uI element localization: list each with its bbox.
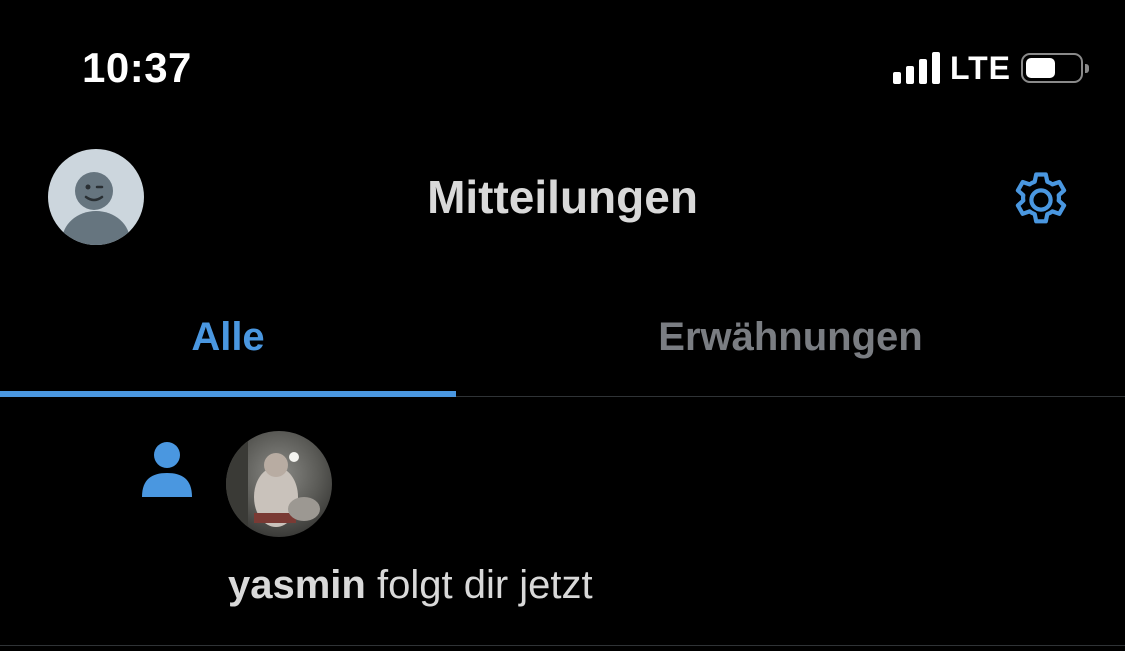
notification-username[interactable]: yasmin: [228, 563, 366, 607]
carrier-label: LTE: [949, 49, 1011, 86]
status-indicators: LTE: [892, 49, 1089, 86]
notification-item[interactable]: yasmin folgt dir jetzt: [0, 397, 1125, 646]
notification-action: folgt dir jetzt: [365, 563, 593, 607]
gear-icon: [1015, 172, 1067, 224]
notification-tabs: Alle Erwähnungen: [0, 280, 1125, 397]
person-follow-icon: [142, 442, 192, 497]
user-avatar[interactable]: [226, 431, 332, 537]
tab-mentions[interactable]: Erwähnungen: [456, 280, 1125, 394]
notification-text: yasmin folgt dir jetzt: [228, 563, 593, 608]
settings-button[interactable]: [1005, 164, 1077, 236]
user-photo: [226, 431, 332, 537]
page-title: Mitteilungen: [427, 171, 698, 223]
signal-strength-icon: [892, 52, 940, 84]
battery-icon: [1021, 53, 1089, 83]
status-time: 10:37: [82, 44, 192, 91]
tab-all[interactable]: Alle: [0, 280, 456, 394]
